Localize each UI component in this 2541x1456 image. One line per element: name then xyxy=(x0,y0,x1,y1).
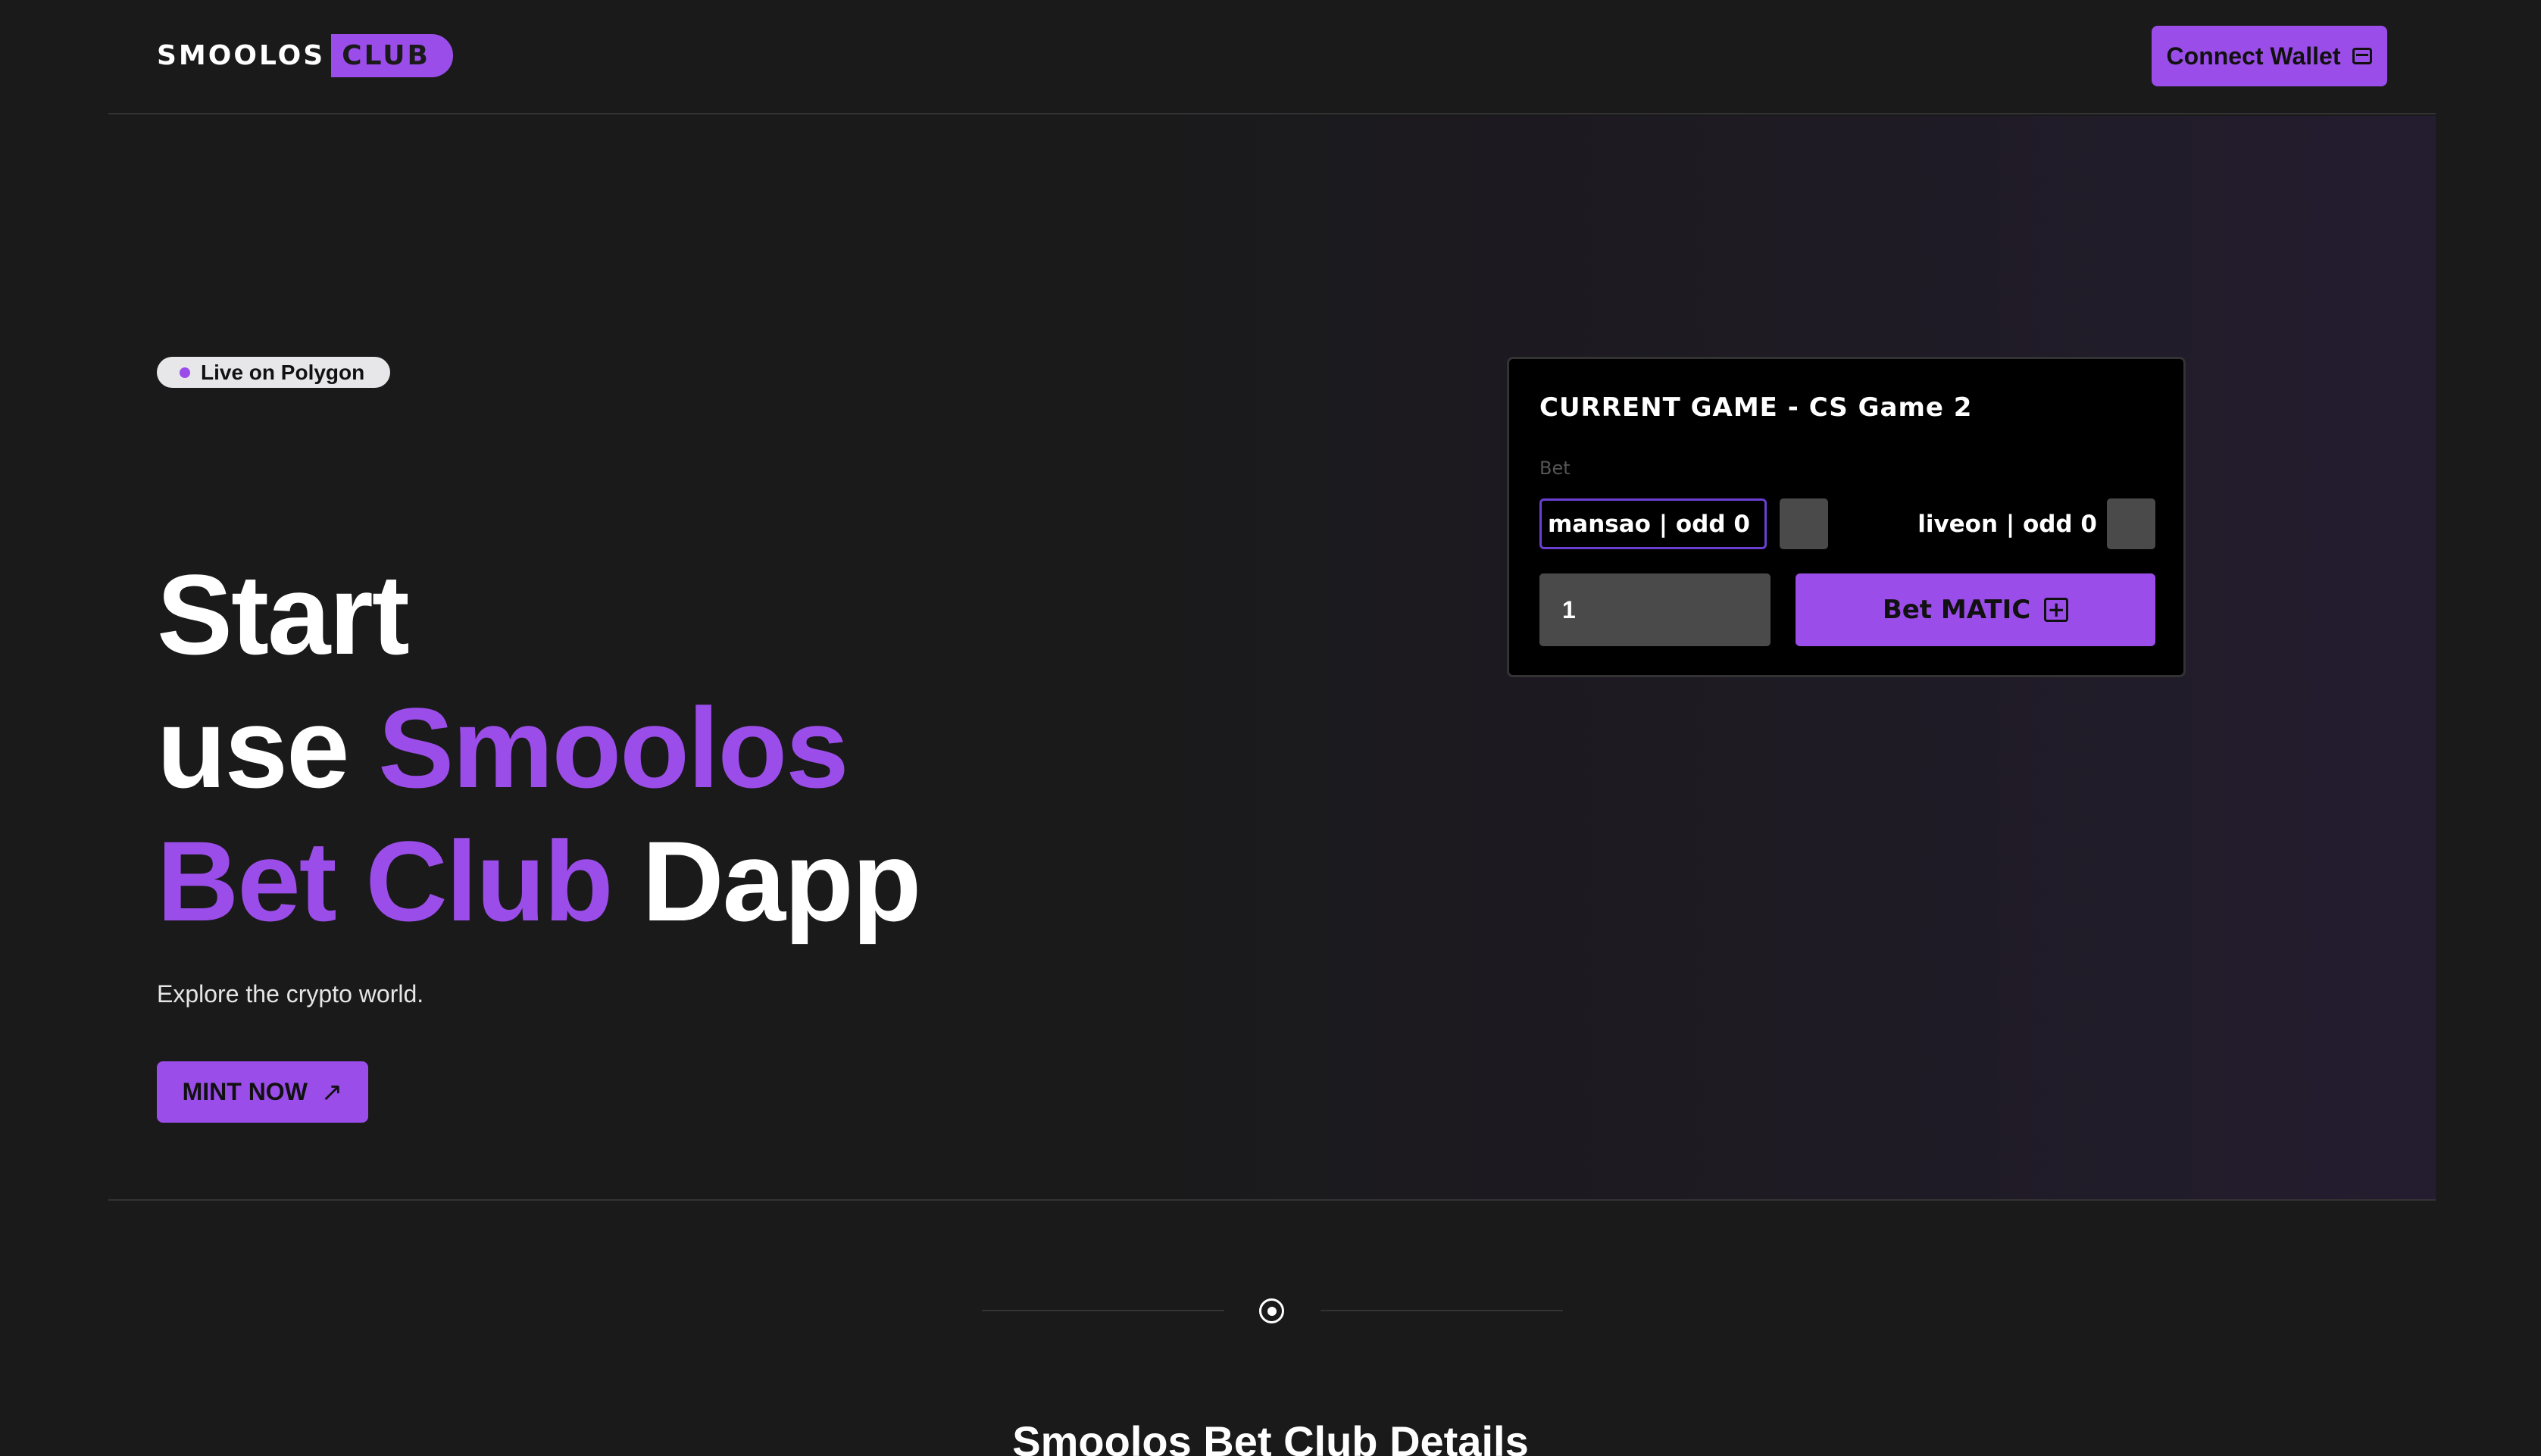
mint-now-button[interactable]: MINT NOW ↗ xyxy=(157,1061,368,1123)
headline-line2-plain: use xyxy=(157,684,349,811)
bet-matic-label: Bet MATIC xyxy=(1882,595,2031,625)
hero-subtitle: Explore the crypto world. xyxy=(157,980,424,1008)
logo-text: SMOOLOS xyxy=(157,40,326,71)
details-section-title: Smoolos Bet Club Details xyxy=(1012,1417,1529,1456)
logo-accent-text: CLUB xyxy=(331,34,453,77)
bet-amount-input[interactable] xyxy=(1539,573,1771,646)
network-badge: Live on Polygon xyxy=(157,357,390,388)
bet-label: Bet xyxy=(1539,458,1571,479)
headline-line2-accent: Smoolos xyxy=(378,684,849,811)
logo[interactable]: SMOOLOS CLUB xyxy=(157,34,453,77)
page: SMOOLOS CLUB Connect Wallet Live on Poly… xyxy=(0,0,2541,1456)
network-badge-label: Live on Polygon xyxy=(201,360,365,384)
live-dot-icon xyxy=(180,367,190,378)
plus-square-icon: + xyxy=(2044,598,2069,622)
current-game-title: CURRENT GAME - CS Game 2 xyxy=(1539,392,1973,423)
hero-section: Live on Polygon Start use Smoolos Bet Cl… xyxy=(108,116,2436,1201)
arrow-up-right-icon: ↗ xyxy=(320,1077,343,1107)
divider-line-left xyxy=(982,1310,1224,1311)
current-game-card: CURRENT GAME - CS Game 2 Bet mansao | od… xyxy=(1507,357,2186,677)
bet-matic-button[interactable]: Bet MATIC + xyxy=(1796,573,2155,646)
bet-option-a-checkbox[interactable] xyxy=(1780,498,1828,549)
headline-line3-plain: Dapp xyxy=(642,817,921,945)
connect-wallet-label: Connect Wallet xyxy=(2166,42,2341,70)
bet-option-b[interactable]: liveon | odd 0 xyxy=(1896,498,2097,549)
mint-now-label: MINT NOW xyxy=(182,1078,308,1105)
bet-option-b-checkbox[interactable] xyxy=(2107,498,2155,549)
top-nav: SMOOLOS CLUB Connect Wallet xyxy=(108,0,2436,114)
connect-wallet-button[interactable]: Connect Wallet xyxy=(2152,26,2387,86)
hero-headline: Start use Smoolos Bet Club Dapp xyxy=(157,548,921,948)
bet-option-a[interactable]: mansao | odd 0 xyxy=(1539,498,1767,549)
headline-line3-accent: Bet Club xyxy=(157,817,614,945)
wallet-icon xyxy=(2352,48,2373,64)
divider-line-right xyxy=(1321,1310,1563,1311)
divider-circle-icon xyxy=(1259,1298,1284,1323)
headline-line1: Start xyxy=(157,551,410,678)
